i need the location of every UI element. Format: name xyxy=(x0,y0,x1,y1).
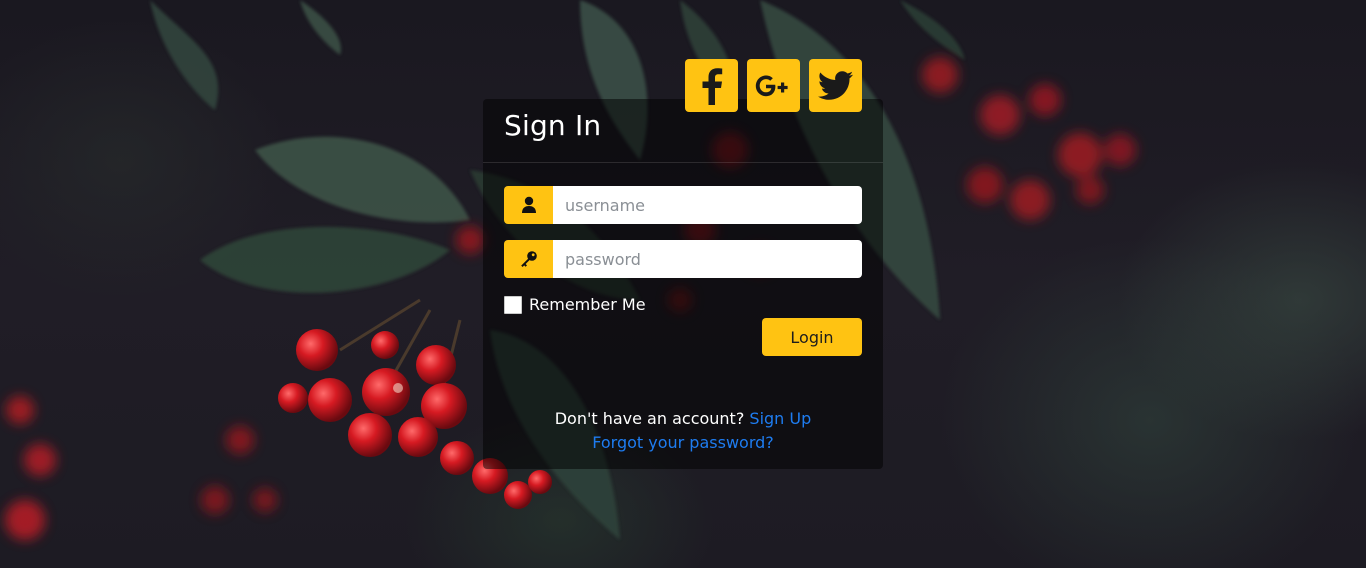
login-button[interactable]: Login xyxy=(762,318,862,356)
forgot-password-link[interactable]: Forgot your password? xyxy=(592,433,774,452)
card-header: Sign In xyxy=(483,59,883,163)
username-field xyxy=(504,186,862,224)
twitter-button[interactable] xyxy=(809,59,862,112)
facebook-button[interactable] xyxy=(685,59,738,112)
signin-card: Sign In username Remember Me Login Don't… xyxy=(483,59,883,469)
key-icon xyxy=(520,251,537,267)
remember-me-checkbox[interactable] xyxy=(504,295,522,314)
password-input[interactable] xyxy=(553,240,862,278)
twitter-icon xyxy=(817,70,853,100)
signup-row: Don't have an account? Sign Up xyxy=(483,407,883,431)
signup-link[interactable]: Sign Up xyxy=(749,409,811,428)
remember-me-label: Remember Me xyxy=(529,295,646,314)
user-icon-box xyxy=(504,186,553,224)
google-plus-button[interactable] xyxy=(747,59,800,112)
card-footer: Don't have an account? Sign Up Forgot yo… xyxy=(483,407,883,455)
no-account-text: Don't have an account? xyxy=(554,409,745,428)
key-icon-box xyxy=(504,240,553,278)
facebook-icon xyxy=(702,67,722,105)
social-buttons xyxy=(685,59,862,112)
remember-me-row: Remember Me xyxy=(504,295,646,314)
username-input[interactable] xyxy=(553,186,862,224)
password-field xyxy=(504,240,862,278)
forgot-row: Forgot your password? xyxy=(483,431,883,455)
google-plus-icon xyxy=(755,75,788,96)
page-title: Sign In xyxy=(504,109,602,142)
user-icon xyxy=(521,196,536,213)
